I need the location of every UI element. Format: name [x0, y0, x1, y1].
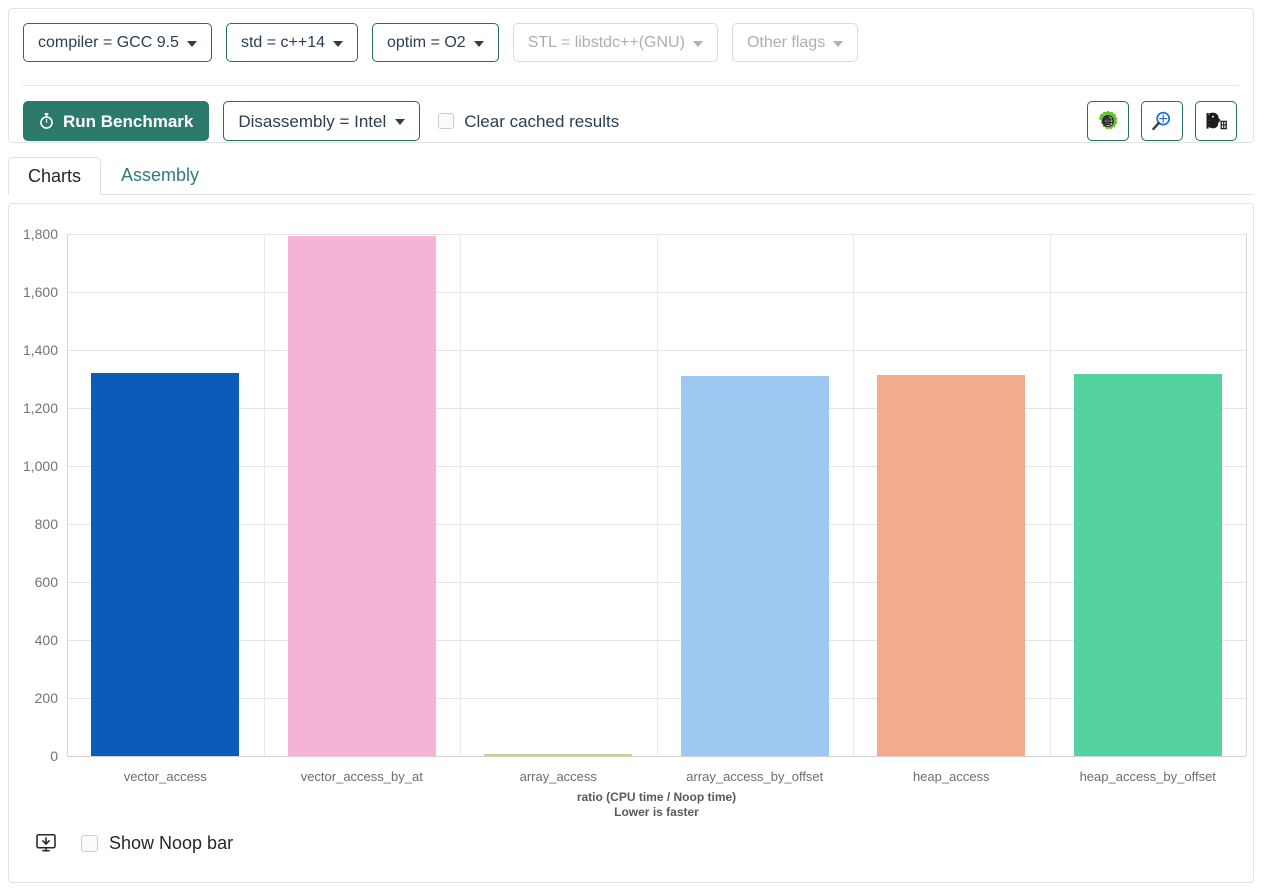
chevron-down-icon: [395, 119, 406, 125]
tab-charts-label: Charts: [28, 166, 82, 186]
quick-bench-search-icon: [1152, 111, 1171, 131]
y-axis-tick-label: 1,200: [22, 400, 58, 416]
chevron-down-icon: [473, 40, 484, 47]
x-axis-tick-label: vector_access_by_at: [300, 769, 423, 784]
chevron-down-icon: [692, 40, 703, 47]
chart-category-divider: [67, 234, 68, 756]
chart-category-divider: [460, 234, 461, 756]
run-benchmark-label: Run Benchmark: [63, 111, 194, 131]
y-axis-tick-label: 200: [34, 690, 58, 706]
show-noop-bar-control[interactable]: Show Noop bar: [81, 834, 233, 852]
tab-assembly[interactable]: Assembly: [101, 156, 219, 194]
y-axis-tick-label: 1,600: [22, 284, 58, 300]
compiler-select[interactable]: compiler = GCC 9.5: [23, 23, 212, 62]
chart-category-divider: [1246, 234, 1247, 756]
disassembly-select[interactable]: Disassembly = Intel: [223, 101, 421, 141]
chart-bar[interactable]: [484, 754, 633, 756]
chart-category-divider: [1050, 234, 1051, 756]
optim-select[interactable]: optim = O2: [372, 23, 499, 62]
clear-cached-results-control[interactable]: Clear cached results: [438, 113, 619, 130]
chart-gridline: [67, 756, 1246, 757]
compiler-flags-row: compiler = GCC 9.5 std = c++14 optim = O…: [23, 23, 859, 62]
quick-bench-button[interactable]: [1141, 101, 1183, 141]
other-flags-select-label: Other flags: [746, 33, 826, 51]
y-axis-tick-label: 1,400: [22, 342, 58, 358]
options-panel: compiler = GCC 9.5 std = c++14 optim = O…: [8, 8, 1254, 143]
x-axis-tick-label: heap_access: [912, 769, 990, 784]
other-flags-select[interactable]: Other flags: [731, 23, 859, 62]
toolbar-divider: [23, 85, 1239, 86]
chevron-down-icon: [186, 40, 197, 47]
run-benchmark-button[interactable]: Run Benchmark: [23, 101, 210, 141]
chart-axis-title: ratio (CPU time / Noop time) Lower is fa…: [67, 790, 1246, 820]
y-axis-tick-label: 1,800: [22, 226, 58, 242]
chart-panel: 0 200 400 600 800 1,000 1,200 1,400 1,600 1,800 ve…: [8, 203, 1254, 883]
x-axis-tick-label: array_access: [519, 769, 597, 784]
tab-charts[interactable]: Charts: [8, 157, 102, 195]
show-noop-bar-label[interactable]: Show Noop bar: [109, 834, 233, 852]
compiler-explorer-button[interactable]: [1087, 101, 1129, 141]
show-noop-bar-checkbox[interactable]: [81, 834, 98, 852]
chart-bar[interactable]: [91, 372, 240, 756]
compiler-explorer-icon: [1098, 110, 1118, 130]
stopwatch-icon: [40, 113, 53, 129]
tab-assembly-label: Assembly: [121, 165, 200, 185]
chart-bar[interactable]: [680, 375, 829, 756]
chart-footer: Show Noop bar: [35, 832, 233, 854]
benchmark-bar-chart: 0 200 400 600 800 1,000 1,200 1,400 1,600 1,800 ve…: [23, 226, 1247, 784]
stl-select[interactable]: STL = libstdc++(GNU): [512, 23, 718, 62]
stl-select-label: STL = libstdc++(GNU): [527, 33, 685, 51]
x-axis-tick-label: heap_access_by_offset: [1079, 769, 1216, 784]
x-axis-tick-label: vector_access: [123, 769, 207, 784]
chart-category-divider: [853, 234, 854, 756]
chart-xlabel-subtitle: Lower is faster: [614, 805, 699, 819]
clear-cached-results-label[interactable]: Clear cached results: [464, 113, 619, 130]
chart-bar[interactable]: [287, 235, 436, 756]
external-links-group: [1087, 101, 1237, 141]
chart-bar[interactable]: [1073, 373, 1222, 756]
download-chart-icon[interactable]: [35, 832, 57, 854]
actions-row: Run Benchmark Disassembly = Intel Clear …: [23, 101, 619, 141]
chart-xlabel: ratio (CPU time / Noop time): [576, 790, 737, 804]
disassembly-select-label: Disassembly = Intel: [238, 111, 387, 131]
chart-category-divider: [264, 234, 265, 756]
chart-bar[interactable]: [877, 374, 1026, 756]
std-select[interactable]: std = c++14: [225, 23, 358, 62]
compiler-select-label: compiler = GCC 9.5: [38, 33, 179, 51]
build-bench-button[interactable]: [1195, 101, 1237, 141]
clear-cached-results-checkbox[interactable]: [438, 113, 455, 129]
chevron-down-icon: [833, 40, 844, 47]
y-axis-tick-label: 400: [34, 632, 58, 648]
chart-category-divider: [657, 234, 658, 756]
y-axis-tick-label: 800: [34, 516, 58, 532]
y-axis-tick-label: 1,000: [22, 458, 58, 474]
build-bench-beaver-icon: [1206, 112, 1227, 130]
y-axis-tick-label: 600: [34, 574, 58, 590]
chevron-down-icon: [333, 40, 343, 47]
result-tabs: Charts Assembly: [8, 157, 1254, 195]
std-select-label: std = c++14: [240, 33, 325, 51]
optim-select-label: optim = O2: [387, 33, 466, 51]
quick-bench-app: compiler = GCC 9.5 std = c++14 optim = O…: [0, 0, 1262, 891]
x-axis-tick-label: array_access_by_offset: [686, 769, 824, 784]
y-axis-tick-label: 0: [50, 748, 58, 764]
